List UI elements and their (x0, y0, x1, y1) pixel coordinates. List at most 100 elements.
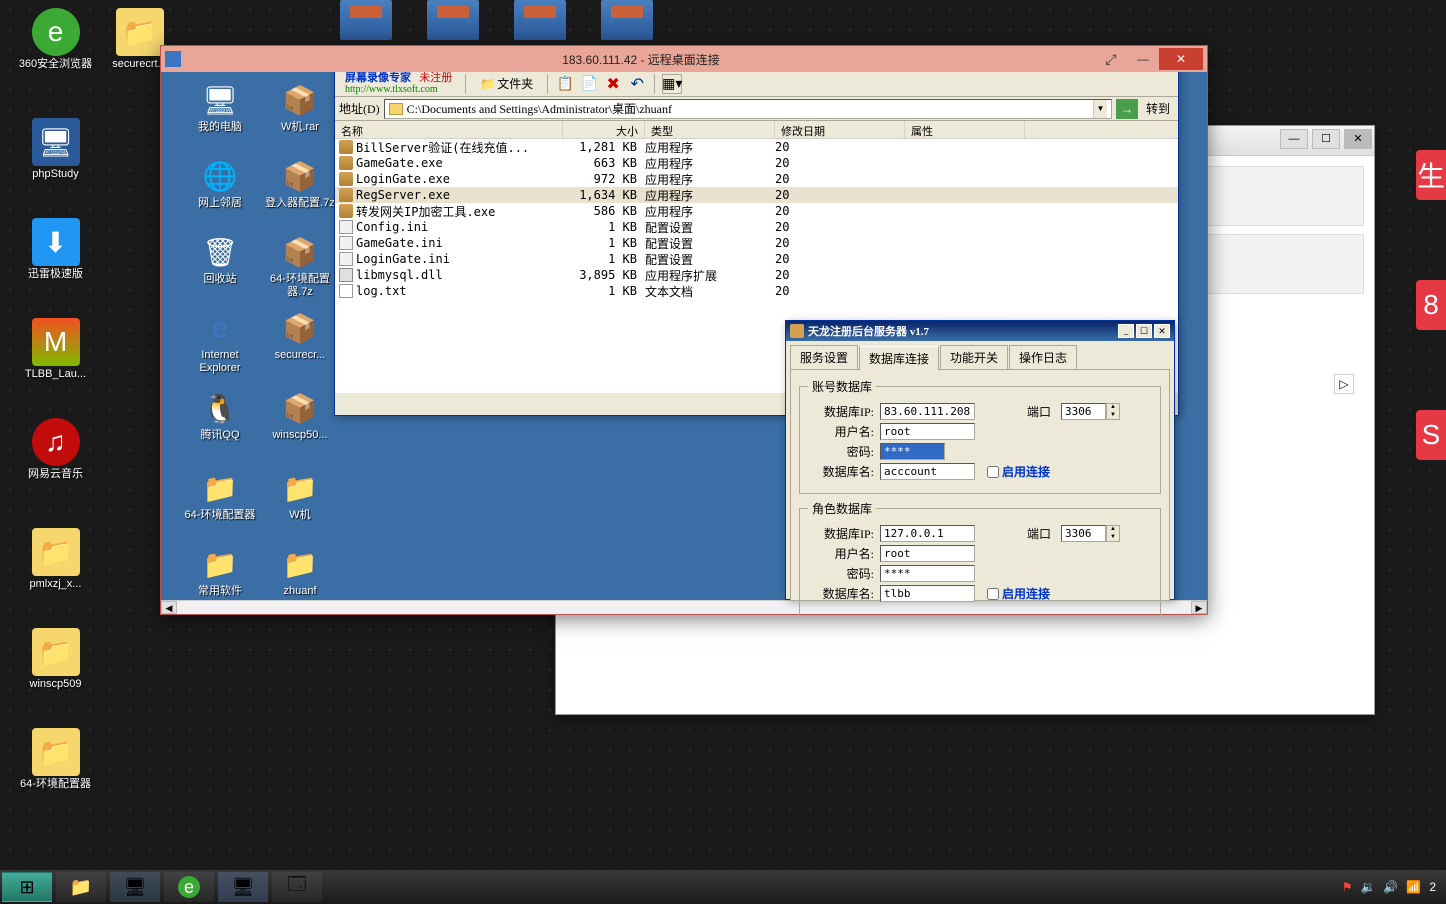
remote-desktop-icon[interactable]: 📦登入器配置.7z (261, 158, 339, 210)
taskbar-app-icon[interactable]: 🖥 (110, 872, 160, 902)
app-icon: 🐧 (202, 390, 238, 426)
address-dropdown-icon[interactable]: ▼ (1093, 100, 1107, 118)
col-size-header[interactable]: 大小 (563, 121, 645, 138)
file-row[interactable]: log.txt1 KB文本文档20 (335, 283, 1178, 299)
remote-desktop-icon[interactable]: 📁常用软件 (181, 546, 259, 598)
account-user-input[interactable]: root (880, 423, 975, 440)
file-row[interactable]: libmysql.dll3,895 KB应用程序扩展20 (335, 267, 1178, 283)
remote-desktop-icon[interactable]: 🖥我的电脑 (181, 82, 259, 134)
file-row[interactable]: RegServer.exe1,634 KB应用程序20 (335, 187, 1178, 203)
tray-signal-icon[interactable]: 📶 (1406, 880, 1421, 894)
remote-desktop-icon[interactable]: 📦W机.rar (261, 82, 339, 134)
port-spinner[interactable]: ▲▼ (1106, 525, 1120, 542)
toolbar-icon[interactable]: 📋 (555, 74, 575, 94)
role-user-input[interactable]: root (880, 545, 975, 562)
remote-desktop-icon[interactable]: 📦winscp50... (261, 390, 339, 442)
remote-desktop-icon[interactable]: 📦64-环境配置器.7z (261, 234, 339, 298)
desktop-icon[interactable]: ⬇迅雷极速版 (18, 218, 93, 281)
address-field[interactable]: C:\Documents and Settings\Administrator\… (384, 99, 1112, 119)
checkbox[interactable] (987, 466, 999, 478)
remote-desktop-icon[interactable]: 📁zhuanf (261, 546, 339, 598)
remote-desktop-icon[interactable]: 🗑回收站 (181, 234, 259, 286)
desktop-icon[interactable]: e360安全浏览器 (18, 8, 93, 71)
remote-desktop-icon[interactable]: 📁64-环境配置器 (181, 470, 259, 522)
top-taskbar-item[interactable] (340, 0, 392, 40)
col-type-header[interactable]: 类型 (645, 121, 775, 138)
tab-service-settings[interactable]: 服务设置 (790, 345, 858, 369)
red-tab[interactable]: S (1416, 410, 1446, 460)
restore-icon[interactable]: ⤢ (1095, 48, 1127, 70)
scroll-right-button[interactable]: ▶ (1191, 601, 1207, 614)
go-button[interactable]: → (1116, 99, 1138, 119)
account-ip-input[interactable]: 83.60.111.208 (880, 403, 975, 420)
maximize-button[interactable]: ☐ (1136, 324, 1152, 338)
col-name-header[interactable]: 名称 (335, 121, 563, 138)
file-row[interactable]: GameGate.ini1 KB配置设置20 (335, 235, 1178, 251)
tray-icon[interactable]: 🔉 (1360, 880, 1375, 894)
file-row[interactable]: 转发网关IP加密工具.exe586 KB应用程序20 (335, 203, 1178, 219)
file-row[interactable]: LoginGate.ini1 KB配置设置20 (335, 251, 1178, 267)
scroll-left-button[interactable]: ◀ (161, 601, 177, 614)
role-enable-check[interactable]: 启用连接 (987, 585, 1050, 602)
desktop-icon[interactable]: 🖥phpStudy (18, 118, 93, 181)
checkbox[interactable] (987, 588, 999, 600)
delete-icon[interactable]: ✖ (603, 74, 623, 94)
remote-desktop-icon[interactable]: eInternet Explorer (181, 310, 259, 374)
tray-icon[interactable]: 🔊 (1383, 880, 1398, 894)
taskbar-explorer-icon[interactable]: 📁 (56, 872, 106, 902)
views-icon[interactable]: ▦▾ (662, 74, 682, 94)
account-enable-check[interactable]: 启用连接 (987, 463, 1050, 480)
desktop-icon[interactable]: MTLBB_Lau... (18, 318, 93, 381)
col-attr-header[interactable]: 属性 (905, 121, 1025, 138)
role-db-input[interactable]: tlbb (880, 585, 975, 602)
red-tab[interactable]: 生 (1416, 150, 1446, 200)
tab-database-connection[interactable]: 数据库连接 (859, 346, 939, 370)
desktop-icon[interactable]: 📁pmlxzj_x... (18, 528, 93, 591)
taskbar-browser-icon[interactable]: e (164, 872, 214, 902)
role-pw-input[interactable]: **** (880, 565, 975, 582)
file-row[interactable]: LoginGate.exe972 KB应用程序20 (335, 171, 1178, 187)
top-taskbar-item[interactable] (427, 0, 479, 40)
account-pw-input[interactable]: **** (880, 443, 945, 460)
bg-nav-arrow[interactable]: ▷ (1334, 374, 1354, 394)
minimize-button[interactable]: — (1280, 129, 1308, 149)
close-button[interactable]: ✕ (1154, 324, 1170, 338)
top-taskbar-item[interactable] (514, 0, 566, 40)
close-button[interactable]: ✕ (1159, 48, 1203, 70)
remote-desktop-icon[interactable]: 📁W机 (261, 470, 339, 522)
desktop-icon[interactable]: 📁winscp509 (18, 628, 93, 691)
account-db-input[interactable]: acccount (880, 463, 975, 480)
remote-desktop-icon[interactable]: 🌐网上邻居 (181, 158, 259, 210)
undo-icon[interactable]: ↶ (627, 74, 647, 94)
close-button[interactable]: ✕ (1344, 129, 1372, 149)
desktop-icon[interactable]: ♫网易云音乐 (18, 418, 93, 481)
rdp-titlebar[interactable]: 183.60.111.42 - 远程桌面连接 ⤢ — ✕ (161, 46, 1207, 72)
folders-button[interactable]: 📁 文件夹 (473, 72, 540, 95)
remote-desktop-icon[interactable]: 🐧腾讯QQ (181, 390, 259, 442)
file-date: 20 (775, 236, 975, 250)
tray-icon[interactable]: ⚑ (1342, 880, 1353, 894)
maximize-button[interactable]: ☐ (1312, 129, 1340, 149)
port-spinner[interactable]: ▲▼ (1106, 403, 1120, 420)
col-date-header[interactable]: 修改日期 (775, 121, 905, 138)
account-port-input[interactable]: 3306 (1061, 403, 1106, 420)
tray-time[interactable]: 2 (1429, 880, 1436, 894)
role-port-input[interactable]: 3306 (1061, 525, 1106, 542)
toolbar-icon[interactable]: 📄 (579, 74, 599, 94)
taskbar-app-icon[interactable]: 🗔 (272, 872, 322, 902)
minimize-button[interactable]: _ (1118, 324, 1134, 338)
remote-desktop-icon[interactable]: 📦securecr... (261, 310, 339, 362)
role-ip-input[interactable]: 127.0.0.1 (880, 525, 975, 542)
file-row[interactable]: BillServer验证(在线充值...1,281 KB应用程序20 (335, 139, 1178, 155)
tab-function-switch[interactable]: 功能开关 (940, 345, 1008, 369)
tab-operation-log[interactable]: 操作日志 (1009, 345, 1077, 369)
minimize-button[interactable]: — (1127, 48, 1159, 70)
taskbar-rdp-icon[interactable]: 🖥 (218, 872, 268, 902)
start-button[interactable]: ⊞ (2, 872, 52, 902)
red-tab[interactable]: 8 (1416, 280, 1446, 330)
top-taskbar-item[interactable] (601, 0, 653, 40)
desktop-icon[interactable]: 📁64-环境配置器 (18, 728, 93, 791)
file-row[interactable]: Config.ini1 KB配置设置20 (335, 219, 1178, 235)
regserver-titlebar[interactable]: 天龙注册后台服务器 v1.7 _ ☐ ✕ (786, 321, 1174, 341)
file-row[interactable]: GameGate.exe663 KB应用程序20 (335, 155, 1178, 171)
